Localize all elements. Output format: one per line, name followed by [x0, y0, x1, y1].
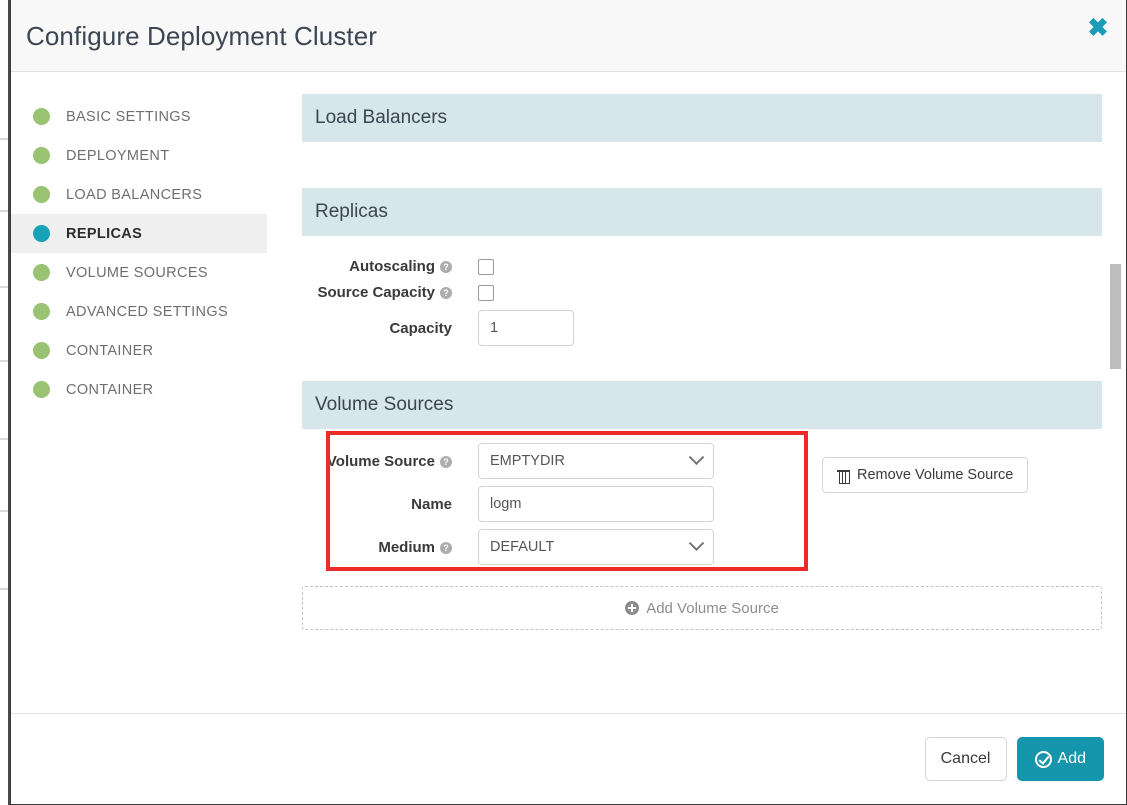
field-row-name: Name	[302, 486, 822, 522]
autoscaling-label-text: Autoscaling	[349, 258, 435, 275]
capacity-label-text: Capacity	[389, 319, 452, 337]
volume-source-select[interactable]: EMPTYDIR	[478, 443, 714, 479]
sidebar-item-label: BASIC SETTINGS	[66, 108, 191, 125]
name-label: Name	[302, 496, 478, 513]
sidebar-item-load-balancers[interactable]: LOAD BALANCERS	[11, 175, 267, 214]
help-icon[interactable]: ?	[440, 455, 452, 468]
name-label-text: Name	[411, 495, 452, 513]
status-dot-icon	[33, 264, 50, 281]
field-row-source-capacity: Source Capacity?	[302, 284, 1102, 301]
status-dot-icon	[33, 342, 50, 359]
sidebar-item-label: VOLUME SOURCES	[66, 264, 208, 281]
sidebar-item-deployment[interactable]: DEPLOYMENT	[11, 136, 267, 175]
medium-label-text: Medium	[378, 538, 435, 556]
status-dot-icon	[33, 381, 50, 398]
status-dot-icon	[33, 108, 50, 125]
source-capacity-checkbox[interactable]	[478, 284, 494, 301]
sidebar-item-label: REPLICAS	[66, 225, 143, 242]
add-button-label: Add	[1057, 750, 1086, 767]
remove-volume-source-button[interactable]: Remove Volume Source	[822, 457, 1029, 493]
dialog-body: BASIC SETTINGS DEPLOYMENT LOAD BALANCERS…	[11, 72, 1126, 713]
autoscaling-label: Autoscaling?	[302, 258, 478, 275]
content-scrollbar[interactable]	[1110, 72, 1121, 713]
volume-source-fields: Volume Source? EMPTYDIR Name logm Medium…	[302, 443, 822, 572]
status-dot-icon	[33, 303, 50, 320]
source-capacity-label-text: Source Capacity	[317, 284, 435, 301]
check-circle-icon	[1034, 750, 1052, 768]
sidebar-item-advanced-settings[interactable]: ADVANCED SETTINGS	[11, 292, 267, 331]
wizard-sidebar: BASIC SETTINGS DEPLOYMENT LOAD BALANCERS…	[11, 72, 267, 713]
plus-circle-icon	[625, 601, 640, 615]
chevron-down-icon	[688, 534, 705, 551]
help-icon[interactable]: ?	[440, 541, 452, 554]
dialog-header: Configure Deployment Cluster ✖	[11, 0, 1126, 72]
sidebar-item-replicas[interactable]: REPLICAS	[11, 214, 267, 253]
page-title: Configure Deployment Cluster	[26, 21, 378, 51]
section-header-replicas: Replicas	[302, 188, 1102, 236]
medium-select[interactable]: DEFAULT	[478, 529, 714, 565]
scrollbar-thumb[interactable]	[1110, 264, 1121, 369]
status-dot-icon	[33, 225, 50, 242]
section-title: Volume Sources	[315, 394, 454, 415]
add-volume-source-label: Add Volume Source	[646, 599, 779, 617]
add-volume-source-button[interactable]: Add Volume Source	[302, 586, 1102, 630]
section-header-volume-sources: Volume Sources	[302, 381, 1102, 429]
field-row-volume-source: Volume Source? EMPTYDIR	[302, 443, 822, 479]
sidebar-item-container-2[interactable]: CONTAINER	[11, 370, 267, 409]
field-row-capacity: Capacity	[302, 310, 1102, 346]
chevron-down-icon	[688, 448, 705, 465]
status-dot-icon	[33, 186, 50, 203]
volume-source-label: Volume Source?	[302, 453, 478, 470]
dialog-footer: Cancel Add	[11, 713, 1126, 804]
section-title: Load Balancers	[315, 107, 448, 128]
sidebar-item-basic-settings[interactable]: BASIC SETTINGS	[11, 97, 267, 136]
trash-icon	[837, 468, 850, 484]
background-page-sliver	[0, 0, 10, 805]
capacity-input[interactable]	[478, 310, 574, 346]
remove-volume-source-label: Remove Volume Source	[857, 467, 1014, 483]
section-title: Replicas	[315, 201, 388, 222]
wizard-content-pane: Load Balancers Replicas Autoscaling? Sou…	[267, 72, 1126, 713]
sidebar-item-label: DEPLOYMENT	[66, 147, 170, 164]
volume-source-entry: Volume Source? EMPTYDIR Name logm Medium…	[302, 429, 1102, 572]
medium-selected-value: DEFAULT	[490, 539, 555, 555]
volume-source-selected-value: EMPTYDIR	[490, 453, 565, 469]
capacity-label: Capacity	[302, 320, 478, 337]
add-button[interactable]: Add	[1016, 737, 1104, 781]
help-icon[interactable]: ?	[440, 287, 452, 299]
cancel-button[interactable]: Cancel	[924, 737, 1007, 781]
configure-deployment-cluster-dialog: Configure Deployment Cluster ✖ BASIC SET…	[10, 0, 1127, 805]
source-capacity-label: Source Capacity?	[302, 284, 478, 301]
sidebar-item-label: CONTAINER	[66, 381, 154, 398]
volume-name-input[interactable]	[478, 486, 714, 522]
close-icon[interactable]: ✖	[1083, 13, 1113, 43]
status-dot-icon	[33, 147, 50, 164]
autoscaling-checkbox[interactable]	[478, 258, 494, 275]
sidebar-item-volume-sources[interactable]: VOLUME SOURCES	[11, 253, 267, 292]
sidebar-item-label: LOAD BALANCERS	[66, 186, 203, 203]
sidebar-item-label: ADVANCED SETTINGS	[66, 303, 228, 320]
volume-source-label-text: Volume Source	[326, 452, 435, 470]
help-icon[interactable]: ?	[440, 261, 452, 273]
field-row-autoscaling: Autoscaling?	[302, 258, 1102, 275]
sidebar-item-container-1[interactable]: CONTAINER	[11, 331, 267, 370]
sidebar-item-label: CONTAINER	[66, 342, 154, 359]
field-row-medium: Medium? DEFAULT	[302, 529, 822, 565]
medium-label: Medium?	[302, 539, 478, 556]
section-header-load-balancers: Load Balancers	[302, 94, 1102, 142]
